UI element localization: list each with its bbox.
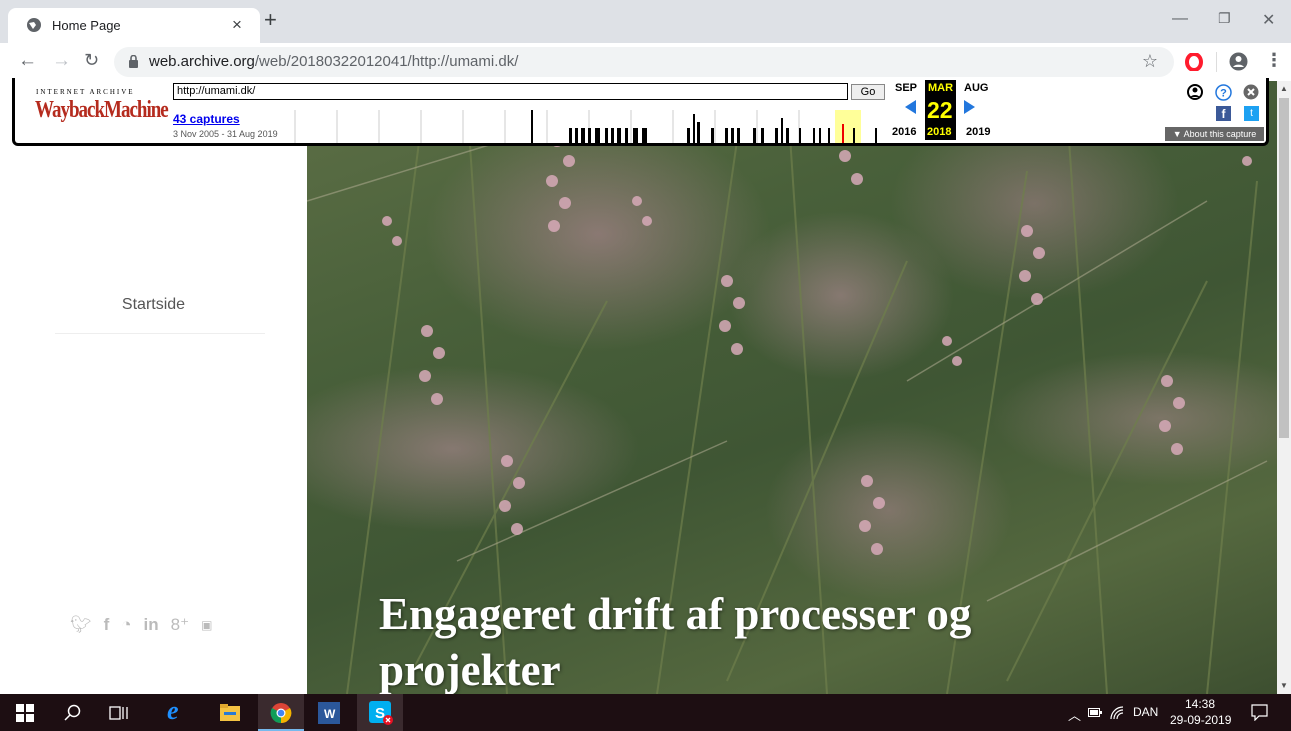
restore-button[interactable]: ❐: [1218, 10, 1231, 27]
wayback-url-input[interactable]: http://umami.dk/: [173, 83, 848, 100]
wayback-go-button[interactable]: Go: [851, 84, 885, 100]
hero-line-1: Engageret drift af processer og: [379, 589, 972, 639]
input-language[interactable]: DAN: [1133, 705, 1158, 719]
url-text: web.archive.org/web/20180322012041/http:…: [149, 53, 518, 70]
hero-image: Engageret drift af processer og projekte…: [307, 81, 1277, 694]
current-month: MAR: [928, 82, 954, 94]
tab-close-button[interactable]: ×: [232, 15, 242, 35]
task-view-icon[interactable]: [109, 704, 129, 722]
forward-button[interactable]: →: [52, 50, 71, 72]
menu-divider: [55, 333, 265, 334]
twitter-share-icon[interactable]: t: [1244, 106, 1259, 121]
minimize-button[interactable]: —: [1172, 10, 1188, 28]
page-scrollbar[interactable]: ▲ ▼: [1277, 81, 1291, 694]
battery-icon[interactable]: [1088, 708, 1102, 717]
facebook-share-icon[interactable]: f: [1216, 106, 1231, 121]
next-capture-arrow-icon[interactable]: [964, 100, 975, 114]
wayback-toolbar: INTERNET ARCHIVE WaybackMachine http://u…: [12, 78, 1269, 146]
bookmark-star-icon[interactable]: ☆: [1142, 51, 1158, 72]
clock-date[interactable]: 29-09-2019: [1170, 713, 1231, 727]
opera-icon[interactable]: [1185, 53, 1203, 71]
skype-taskbar-button[interactable]: S: [357, 694, 403, 731]
toolbar-divider: [1216, 52, 1217, 72]
close-toolbar-icon[interactable]: [1243, 84, 1259, 100]
next-year-label[interactable]: 2019: [966, 126, 990, 138]
chrome-taskbar-button[interactable]: [258, 694, 304, 731]
tab-title: Home Page: [52, 18, 121, 33]
skype-icon: S: [369, 701, 393, 725]
current-year: 2018: [927, 126, 952, 138]
tray-overflow-icon[interactable]: ︿: [1068, 705, 1081, 724]
wifi-icon[interactable]: [1110, 706, 1124, 720]
clock-time[interactable]: 14:38: [1185, 697, 1215, 711]
site-sidebar: Startside 🐦︎ f ◔ in 8⁺ ▣: [0, 81, 307, 694]
hero-heading: Engageret drift af processer og projekte…: [379, 586, 1079, 694]
scroll-down-arrow-icon[interactable]: ▼: [1280, 681, 1288, 690]
rss-icon[interactable]: ◔: [121, 615, 131, 635]
wayback-logo-top: INTERNET ARCHIVE: [36, 88, 135, 96]
scrollbar-thumb[interactable]: [1279, 98, 1289, 438]
capture-sparkline[interactable]: [287, 110, 883, 143]
current-capture-date: MAR 22 2018: [925, 80, 956, 140]
facebook-icon[interactable]: f: [104, 615, 110, 635]
hero-line-2: projekter: [379, 645, 561, 694]
chrome-icon: [270, 703, 292, 724]
prev-year-label[interactable]: 2016: [892, 126, 916, 138]
word-icon[interactable]: W: [318, 702, 340, 724]
new-tab-button[interactable]: +: [264, 9, 277, 31]
googleplus-icon[interactable]: 8⁺: [171, 615, 189, 635]
lock-icon: [129, 55, 138, 68]
account-icon[interactable]: [1187, 84, 1203, 100]
url-host: web.archive.org: [149, 53, 255, 70]
windows-start-icon[interactable]: [16, 704, 34, 722]
svg-text:?: ?: [1220, 88, 1227, 100]
youtube-icon[interactable]: ▣: [201, 618, 212, 632]
web-page: Startside 🐦︎ f ◔ in 8⁺ ▣ Engageret drift…: [0, 81, 1277, 694]
prev-capture-arrow-icon[interactable]: [905, 100, 916, 114]
social-links: 🐦︎ f ◔ in 8⁺ ▣: [70, 613, 212, 637]
action-center-icon[interactable]: [1251, 704, 1268, 721]
address-bar[interactable]: web.archive.org/web/20180322012041/http:…: [114, 47, 1174, 77]
prev-month-label[interactable]: SEP: [895, 82, 917, 94]
windows-taskbar: e W S ︿ DAN 14:38 29-09-2019: [0, 694, 1291, 731]
globe-icon: [27, 18, 41, 32]
tab-strip: Home Page × + — ❐ ✕: [0, 0, 1291, 43]
scroll-up-arrow-icon[interactable]: ▲: [1280, 84, 1288, 93]
screen: Home Page × + — ❐ ✕ ← → ↻ web.archive.or…: [0, 0, 1291, 731]
linkedin-icon[interactable]: in: [144, 615, 159, 635]
captures-link[interactable]: 43 captures: [173, 112, 240, 126]
search-icon[interactable]: [64, 704, 82, 722]
url-path: /web/20180322012041/http://umami.dk/: [254, 53, 519, 70]
back-button[interactable]: ←: [18, 50, 37, 72]
profile-icon[interactable]: [1229, 52, 1248, 71]
internet-explorer-icon[interactable]: e: [167, 698, 189, 724]
menu-kebab-icon[interactable]: ⋮: [1265, 50, 1283, 71]
svg-text:W: W: [324, 707, 336, 721]
tab-home-page[interactable]: Home Page ×: [8, 8, 260, 43]
twitter-icon[interactable]: 🐦︎: [70, 615, 92, 635]
help-icon[interactable]: ?: [1215, 84, 1232, 101]
window-close-button[interactable]: ✕: [1262, 10, 1275, 30]
wayback-logo[interactable]: WaybackMachine: [35, 97, 169, 125]
reload-button[interactable]: ↻: [84, 50, 99, 71]
browser-toolbar: ← → ↻ web.archive.org/web/20180322012041…: [0, 43, 1291, 81]
captures-range: 3 Nov 2005 - 31 Aug 2019: [173, 129, 278, 139]
next-month-label[interactable]: AUG: [964, 82, 988, 94]
file-explorer-icon[interactable]: [219, 703, 241, 723]
menu-item-startside[interactable]: Startside: [0, 296, 307, 314]
about-capture-button[interactable]: ▼ About this capture: [1165, 127, 1264, 141]
current-day: 22: [927, 97, 953, 123]
